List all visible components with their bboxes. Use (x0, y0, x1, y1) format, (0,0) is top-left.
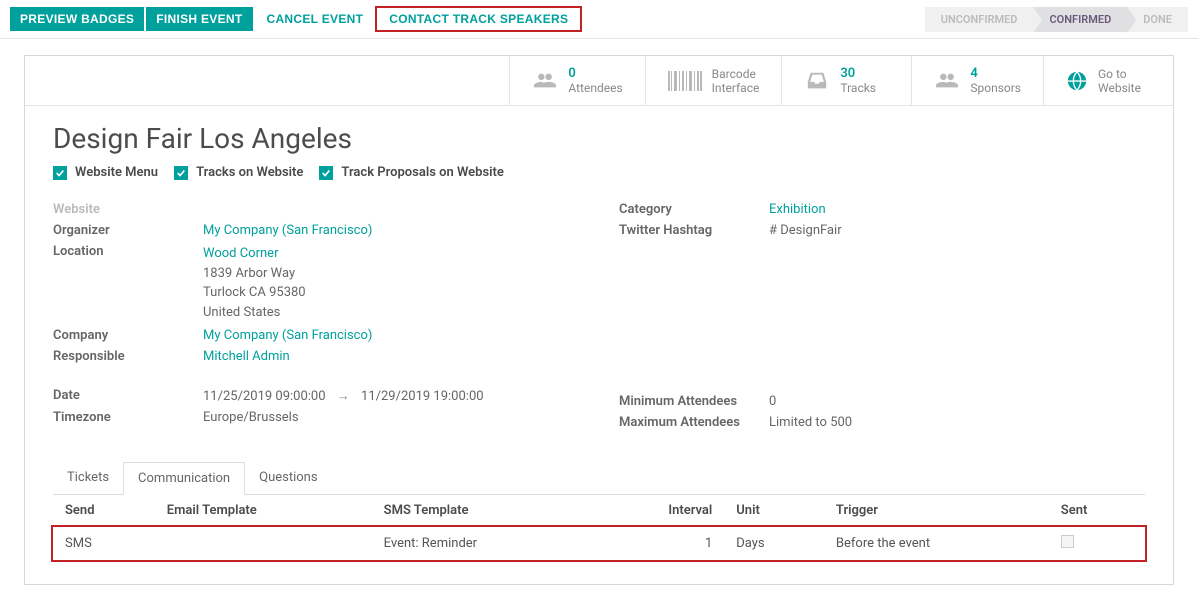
col-sms-template: SMS Template (372, 495, 595, 527)
stat-tracks-label: Tracks (840, 81, 876, 95)
field-organizer-label: Organizer (53, 223, 203, 238)
date-end: 11/29/2019 19:00:00 (361, 389, 484, 404)
stat-attendees-label: Attendees (568, 81, 622, 95)
field-timezone-label: Timezone (53, 410, 203, 425)
field-timezone-value: Europe/Brussels (203, 410, 299, 425)
cell-email-template (155, 527, 372, 561)
stat-sponsors[interactable]: 4 Sponsors (911, 56, 1043, 105)
tab-communication[interactable]: Communication (123, 462, 245, 495)
address-line1: 1839 Arbor Way (203, 266, 295, 281)
col-unit: Unit (724, 495, 824, 527)
address-line3: United States (203, 305, 280, 320)
field-hashtag-value: # DesignFair (769, 223, 842, 238)
col-trigger: Trigger (824, 495, 1049, 527)
stat-buttons-row: 0 Attendees Barcode Interface 30 Tracks … (25, 56, 1173, 106)
stat-website-line1: Go to (1098, 67, 1141, 81)
status-done[interactable]: DONE (1127, 7, 1188, 32)
arrow-right-icon: → (337, 389, 350, 404)
tab-tickets[interactable]: Tickets (53, 462, 123, 494)
finish-event-button[interactable]: FINISH EVENT (146, 7, 252, 31)
cell-sent (1049, 527, 1145, 561)
label-tracks-website: Tracks on Website (196, 165, 303, 180)
contact-track-speakers-button[interactable]: CONTACT TRACK SPEAKERS (375, 6, 582, 32)
field-max-attendees-label: Maximum Attendees (619, 415, 769, 430)
field-responsible-value[interactable]: Mitchell Admin (203, 349, 290, 364)
field-location-link[interactable]: Wood Corner (203, 246, 278, 261)
checkbox-track-proposals[interactable] (319, 166, 333, 180)
col-email-template: Email Template (155, 495, 372, 527)
field-category-label: Category (619, 202, 769, 217)
action-toolbar: PREVIEW BADGES FINISH EVENT CANCEL EVENT… (0, 0, 1198, 39)
notebook-tabs: Tickets Communication Questions (53, 462, 1145, 495)
field-company-label: Company (53, 328, 203, 343)
stat-tracks[interactable]: 30 Tracks (781, 56, 911, 105)
cell-interval: 1 (595, 527, 724, 561)
left-fields: Website OrganizerMy Company (San Francis… (53, 202, 579, 436)
field-website-label: Website (53, 202, 203, 217)
field-location-label: Location (53, 244, 203, 322)
users-icon (532, 70, 558, 92)
stat-go-website[interactable]: Go to Website (1043, 56, 1173, 105)
cell-trigger: Before the event (824, 527, 1049, 561)
stat-barcode-line2: Interface (712, 81, 760, 95)
field-min-attendees-value: 0 (769, 394, 776, 409)
barcode-icon (668, 71, 702, 91)
stat-tracks-count: 30 (840, 66, 876, 81)
field-min-attendees-label: Minimum Attendees (619, 394, 769, 409)
globe-icon (1066, 70, 1088, 92)
status-bar: UNCONFIRMED CONFIRMED DONE (925, 7, 1188, 32)
field-responsible-label: Responsible (53, 349, 203, 364)
status-unconfirmed[interactable]: UNCONFIRMED (925, 7, 1034, 32)
stat-attendees-count: 0 (568, 66, 622, 81)
col-sent: Sent (1049, 495, 1145, 527)
checkbox-website-menu[interactable] (53, 166, 67, 180)
stat-barcode-line1: Barcode (712, 67, 760, 81)
inbox-icon (804, 70, 830, 92)
date-start: 11/25/2019 09:00:00 (203, 389, 326, 404)
address-line2: Turlock CA 95380 (203, 285, 306, 300)
sponsors-icon (934, 70, 960, 92)
toggle-row: Website Menu Tracks on Website Track Pro… (53, 165, 1145, 180)
field-max-attendees-value: Limited to 500 (769, 415, 852, 430)
cancel-event-button[interactable]: CANCEL EVENT (255, 7, 376, 31)
label-track-proposals: Track Proposals on Website (341, 165, 503, 180)
stat-barcode[interactable]: Barcode Interface (645, 56, 782, 105)
stat-attendees[interactable]: 0 Attendees (509, 56, 644, 105)
form-sheet: 0 Attendees Barcode Interface 30 Tracks … (24, 55, 1174, 585)
col-interval: Interval (595, 495, 724, 527)
cell-unit: Days (724, 527, 824, 561)
tab-questions[interactable]: Questions (245, 462, 331, 494)
field-hashtag-label: Twitter Hashtag (619, 223, 769, 238)
right-fields: CategoryExhibition Twitter Hashtag# Desi… (619, 202, 1145, 436)
col-send: Send (53, 495, 155, 527)
communication-row[interactable]: SMS Event: Reminder 1 Days Before the ev… (53, 527, 1145, 561)
checkbox-tracks-website[interactable] (174, 166, 188, 180)
page-title: Design Fair Los Angeles (53, 122, 1145, 155)
field-date-label: Date (53, 388, 203, 404)
status-confirmed[interactable]: CONFIRMED (1033, 7, 1127, 32)
stat-sponsors-label: Sponsors (970, 81, 1021, 95)
label-website-menu: Website Menu (75, 165, 158, 180)
field-category-value[interactable]: Exhibition (769, 202, 826, 217)
sent-checkbox[interactable] (1061, 535, 1074, 548)
cell-send: SMS (53, 527, 155, 561)
preview-badges-button[interactable]: PREVIEW BADGES (10, 7, 144, 31)
stat-website-line2: Website (1098, 81, 1141, 95)
communication-table: Send Email Template SMS Template Interva… (53, 495, 1145, 560)
field-company-value[interactable]: My Company (San Francisco) (203, 328, 372, 343)
cell-sms-template: Event: Reminder (372, 527, 595, 561)
field-organizer-value[interactable]: My Company (San Francisco) (203, 223, 372, 238)
stat-sponsors-count: 4 (970, 66, 1021, 81)
